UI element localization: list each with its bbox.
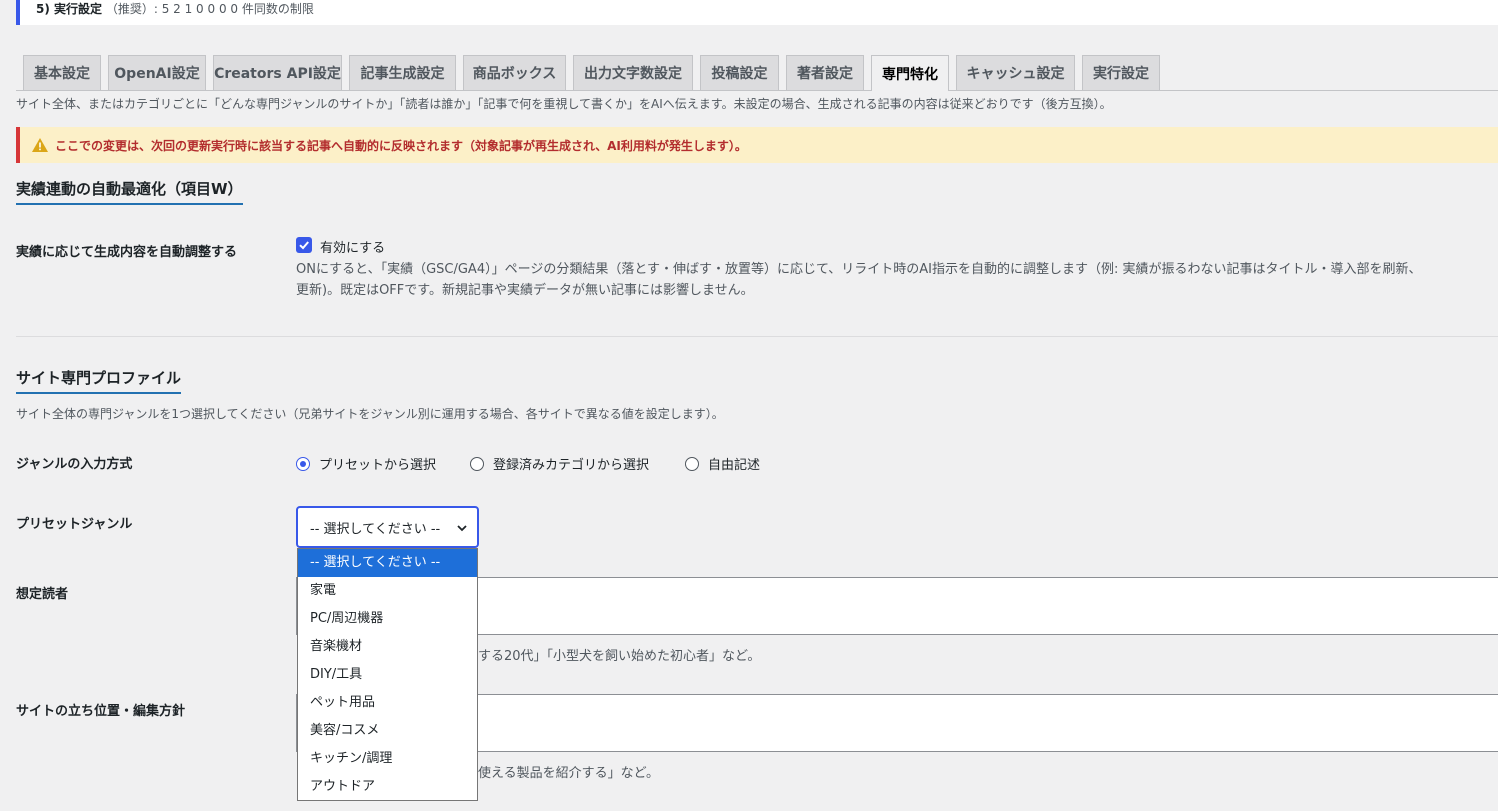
dropdown-option[interactable]: PC/周辺機器 [298,605,477,633]
site-stance-help: 使える製品を紹介する」など。 [478,766,659,781]
tab-creators-api[interactable]: Creators API設定 [213,55,342,90]
tab-cache[interactable]: キャッシュ設定 [956,55,1075,90]
radio-category[interactable]: 登録済みカテゴリから選択 [470,454,649,473]
dropdown-option[interactable]: 音楽機材 [298,633,477,661]
warning-text: ここでの変更は、次回の更新実行時に該当する記事へ自動的に反映されます（対象記事が… [55,138,747,153]
radio-category-label[interactable]: 登録済みカテゴリから選択 [493,454,649,473]
radio-freeform-label[interactable]: 自由記述 [708,454,760,473]
enable-checkbox[interactable] [296,237,312,253]
site-profile-description: サイト全体の専門ジャンルを1つ選択してください（兄弟サイトをジャンル別に運用する… [16,407,724,421]
dropdown-option[interactable]: キッチン/調理 [298,745,477,773]
radio-freeform[interactable]: 自由記述 [685,454,760,473]
section-divider [16,336,1498,337]
genre-dropdown-list: -- 選択してください -- 家電 PC/周辺機器 音楽機材 DIY/工具 ペッ… [297,548,478,801]
radio-freeform-circle[interactable] [685,456,699,471]
tab-author[interactable]: 著者設定 [786,55,864,90]
target-reader-help: する20代」「小型犬を飼い始めた初心者」など。 [478,649,761,664]
radio-preset-circle[interactable] [296,456,310,471]
tab-output-length[interactable]: 出力文字数設定 [573,55,693,90]
radio-preset[interactable]: プリセットから選択 [296,454,436,473]
preset-genre-value: -- 選択してください -- [310,521,441,537]
tab-product-box[interactable]: 商品ボックス [463,55,566,90]
auto-adjust-desc-line1: ONにすると、「実績（GSC/GA4）」ページの分類結果（落とす・伸ばす・放置等… [296,262,1422,277]
dropdown-option[interactable]: DIY/工具 [298,661,477,689]
dropdown-option[interactable]: -- 選択してください -- [298,549,477,577]
genre-method-label: ジャンルの入力方式 [16,457,133,472]
enable-checkbox-label[interactable]: 有効にする [320,237,385,256]
tab-execution[interactable]: 実行設定 [1082,55,1160,90]
auto-adjust-label: 実績に応じて生成内容を自動調整する [16,245,238,260]
warning-icon [32,138,48,152]
site-stance-label: サイトの立ち位置・編集方針 [16,704,186,719]
warning-notice: ここでの変更は、次回の更新実行時に該当する記事へ自動的に反映されます（対象記事が… [16,127,1498,163]
auto-adjust-description: ONにすると、「実績（GSC/GA4）」ページの分類結果（落とす・伸ばす・放置等… [296,259,1422,301]
preset-genre-select[interactable]: -- 選択してください -- [296,506,479,548]
tab-article-generation[interactable]: 記事生成設定 [349,55,456,90]
section-title-site-profile: サイト専門プロファイル [16,367,182,394]
dropdown-option[interactable]: 美容/コスメ [298,717,477,745]
dropdown-option[interactable]: ペット用品 [298,689,477,717]
intro-text: サイト全体、またはカテゴリごとに「どんな専門ジャンルのサイトか」「読者は誰か」「… [16,97,1112,111]
auto-adjust-desc-line2: 更新)。既定はOFFです。新規記事や実績データが無い記事には影響しません。 [296,283,754,298]
dropdown-option[interactable]: 家電 [298,577,477,605]
tab-openai[interactable]: OpenAI設定 [108,55,206,90]
top-notice-strong: 5) 実行設定 [36,2,103,16]
tab-bar: 基本設定 OpenAI設定 Creators API設定 記事生成設定 商品ボッ… [16,55,1498,91]
dropdown-option[interactable]: アウトドア [298,773,477,801]
check-icon [299,241,309,250]
tab-basic[interactable]: 基本設定 [23,55,101,90]
top-notice: 5) 実行設定 （推奨）: 5 2 1 0 0 0 0 件同数の制限 [16,0,1498,25]
tab-posting[interactable]: 投稿設定 [700,55,779,90]
radio-preset-label[interactable]: プリセットから選択 [319,454,436,473]
tab-specialization[interactable]: 専門特化 [871,55,949,91]
radio-category-circle[interactable] [470,456,484,471]
section-title-auto-optimize: 実績連動の自動最適化（項目W） [16,178,243,205]
chevron-down-icon [457,525,467,532]
preset-genre-label: プリセットジャンル [16,517,133,532]
target-reader-label: 想定読者 [16,587,69,602]
top-notice-text: （推奨）: 5 2 1 0 0 0 0 件同数の制限 [105,2,314,16]
